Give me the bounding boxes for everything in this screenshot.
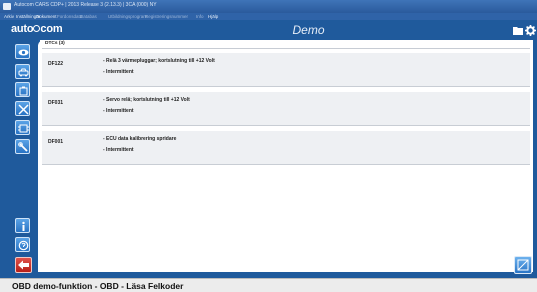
sidebar-wrench-button[interactable]: [15, 139, 30, 154]
ecu-icon: [18, 124, 29, 133]
menu-item-dokument[interactable]: Dokument: [36, 14, 57, 19]
dtc-row[interactable]: DF031 - Servo relä; kortslutning till +1…: [42, 92, 530, 126]
dtc-row[interactable]: DF122 - Relä 3 värmepluggar; kortslutnin…: [42, 53, 530, 87]
status-bar: OBD demo-funktion - OBD - Läsa Felkoder: [0, 278, 537, 292]
app-icon: [3, 3, 11, 10]
window-titlebar: Autocom CARS CDP+ | 2013 Release 3 (2.13…: [0, 0, 537, 13]
menu-bar: Arkiv Inställningar Dokument Fordonsdata…: [0, 13, 537, 20]
sidebar-info-button[interactable]: [15, 218, 30, 233]
sidebar-ecu-button[interactable]: [15, 120, 30, 135]
dtc-status: - Intermittent: [103, 147, 134, 153]
dtc-status: - Intermittent: [103, 69, 134, 75]
page-title: Demo: [292, 23, 325, 37]
wrench-icon: [18, 142, 28, 152]
dtc-code: DF001: [48, 139, 64, 145]
sidebar-battery-button[interactable]: [15, 82, 30, 97]
report-icon: [517, 259, 529, 271]
dtc-status: - Intermittent: [103, 108, 134, 114]
dtc-code: DF031: [48, 100, 64, 106]
menu-item-fordonsdata[interactable]: Fordonsdata: [57, 14, 82, 19]
report-button[interactable]: [514, 256, 532, 274]
tab-divider: [42, 48, 530, 49]
dtc-description: - Servo relä; kortslutning till +12 Volt: [103, 97, 190, 103]
adjust-icon: [18, 104, 29, 115]
menu-item-databas[interactable]: Databas: [80, 14, 97, 19]
sidebar-help-button[interactable]: [15, 237, 30, 252]
sidebar-adjust-button[interactable]: [15, 101, 30, 116]
tab-dtcs[interactable]: DTCs (3): [45, 41, 65, 46]
battery-icon: [19, 86, 28, 96]
dtc-code: DF122: [48, 61, 64, 67]
sidebar-eye-button[interactable]: [15, 44, 30, 59]
menu-item-hjalp[interactable]: Hjälp: [208, 14, 218, 19]
right-frame: [533, 40, 537, 278]
menu-item-info[interactable]: Info: [196, 14, 204, 19]
dtc-description: - Relä 3 värmepluggar; kortslutning till…: [103, 58, 215, 64]
window-title: Autocom CARS CDP+ | 2013 Release 3 (2.13…: [14, 2, 157, 8]
info-icon: [22, 221, 25, 231]
back-arrow-icon: [18, 260, 29, 270]
eye-icon: [18, 49, 29, 56]
back-button[interactable]: [15, 257, 32, 273]
status-text: OBD demo-funktion - OBD - Läsa Felkoder: [12, 281, 184, 291]
menu-item-arkiv[interactable]: Arkiv: [4, 14, 14, 19]
dtc-description: - ECU data kalibrering spridare: [103, 136, 177, 142]
help-icon: [18, 240, 29, 251]
folder-icon[interactable]: [513, 26, 523, 35]
gear-icon[interactable]: [525, 25, 536, 36]
menu-item-utbildningsprogram[interactable]: Utbildningsprogram: [108, 14, 147, 19]
dtc-row[interactable]: DF001 - ECU data kalibrering spridare - …: [42, 131, 530, 165]
car-diagnostics-icon: [18, 68, 29, 77]
sidebar-car-diagnostics-button[interactable]: [15, 64, 30, 79]
menu-item-registreringsnummer[interactable]: Registreringsnummer: [145, 14, 188, 19]
